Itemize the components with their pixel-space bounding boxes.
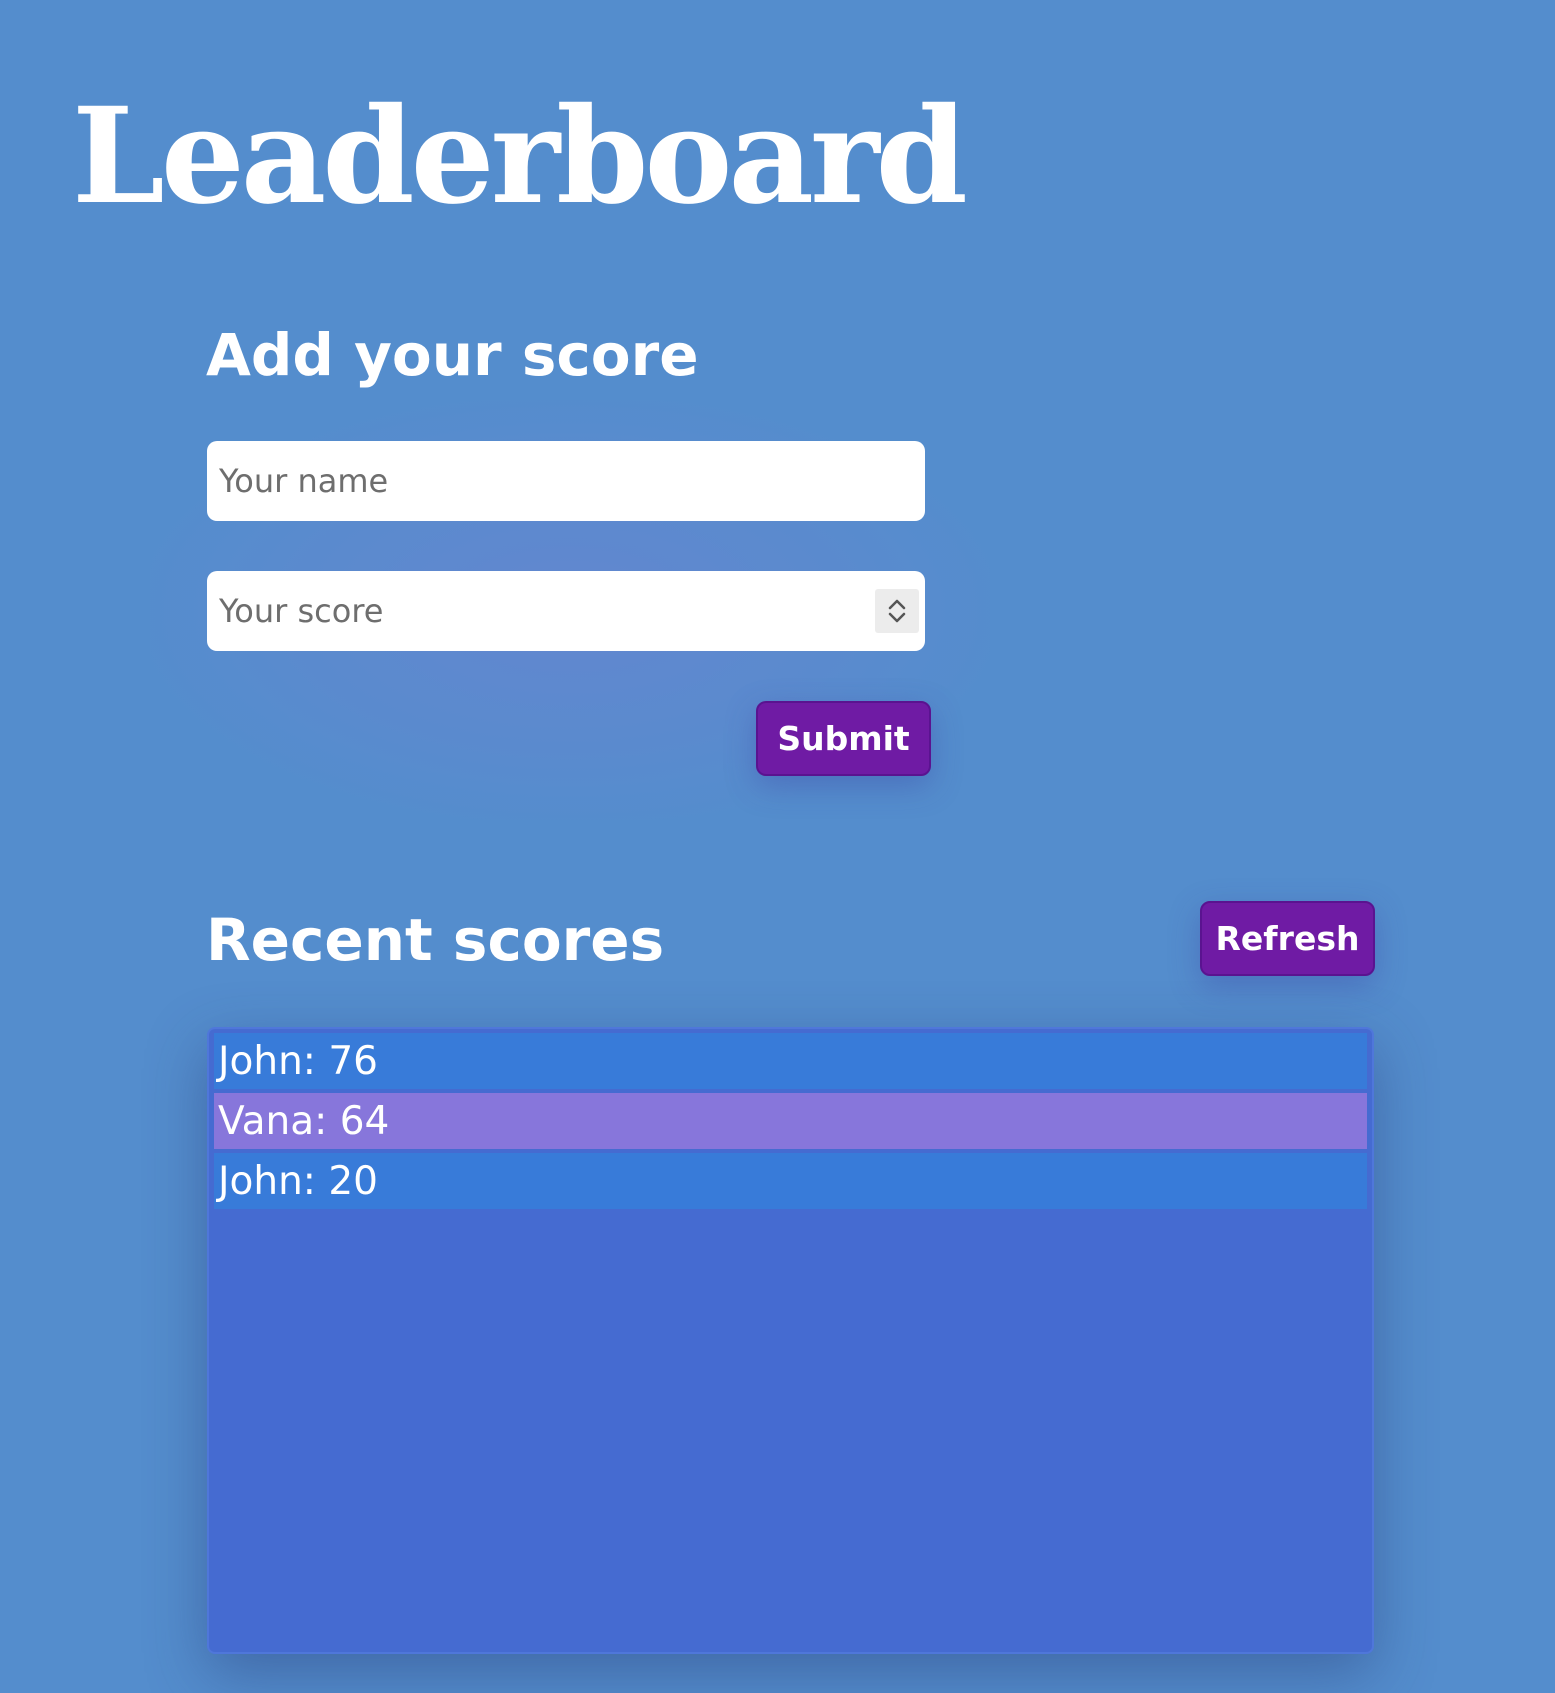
score-list-item[interactable]: John: 76 xyxy=(214,1033,1367,1089)
chevron-up-icon[interactable] xyxy=(886,597,908,611)
score-list-item[interactable]: John: 20 xyxy=(214,1153,1367,1209)
submit-button[interactable]: Submit xyxy=(756,701,931,776)
score-stepper[interactable] xyxy=(875,589,919,633)
recent-scores-heading: Recent scores xyxy=(206,906,665,974)
page-title: Leaderboard xyxy=(72,79,968,234)
score-input[interactable] xyxy=(207,571,925,651)
score-list-item[interactable]: Vana: 64 xyxy=(214,1093,1367,1149)
add-score-heading: Add your score xyxy=(206,321,699,389)
refresh-button[interactable]: Refresh xyxy=(1200,901,1375,976)
name-input[interactable] xyxy=(207,441,925,521)
chevron-down-icon[interactable] xyxy=(886,611,908,625)
scores-list[interactable]: John: 76 Vana: 64 John: 20 xyxy=(207,1027,1374,1654)
